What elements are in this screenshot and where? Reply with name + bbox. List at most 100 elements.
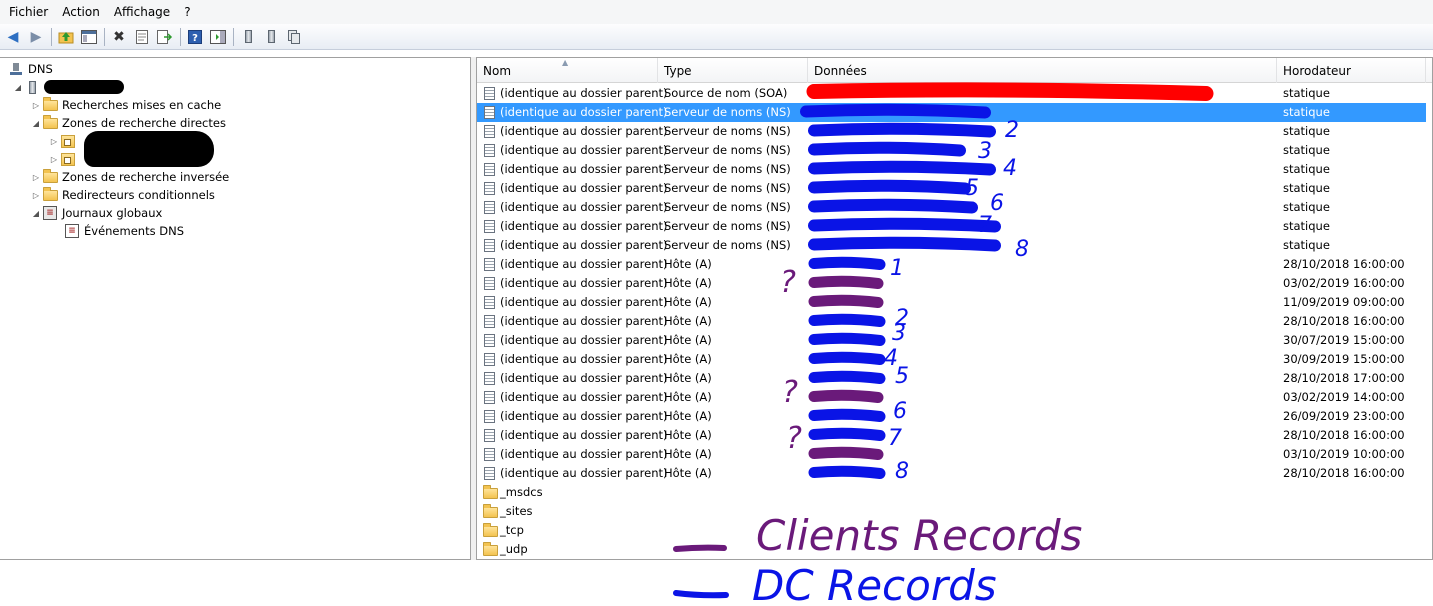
dns-record-icon <box>484 163 495 176</box>
table-row[interactable]: (identique au dossier parent) Serveur de … <box>477 236 1426 255</box>
cell-type: Serveur de noms (NS) <box>664 162 791 176</box>
dns-record-icon <box>484 410 495 423</box>
table-row[interactable]: (identique au dossier parent) Hôte (A) 28/… <box>477 464 1426 483</box>
table-row[interactable]: (identique au dossier parent) Hôte (A) 28/… <box>477 312 1426 331</box>
dns-record-icon <box>484 220 495 233</box>
dns-record-icon <box>484 87 495 100</box>
svg-text:?: ? <box>192 33 198 44</box>
tree-node-dns-events[interactable]: ≡ Événements DNS <box>64 222 184 240</box>
export-list-icon[interactable] <box>154 26 176 48</box>
tree-node-zone-1[interactable]: ▷ <box>48 132 80 150</box>
menu-fichier[interactable]: Fichier <box>2 0 55 24</box>
cell-name: (identique au dossier parent) <box>500 219 668 233</box>
tree-node-global-logs[interactable]: ◢ ≡ Journaux globaux <box>30 204 162 222</box>
dns-record-icon <box>484 353 495 366</box>
table-row[interactable]: (identique au dossier parent) Hôte (A) 28/… <box>477 255 1426 274</box>
server-stack-icon[interactable] <box>260 26 282 48</box>
table-row[interactable]: (identique au dossier parent) Serveur de … <box>477 141 1426 160</box>
cell-timestamp: statique <box>1283 143 1330 157</box>
cell-name: (identique au dossier parent) <box>500 390 668 404</box>
cell-type: Serveur de noms (NS) <box>664 105 791 119</box>
table-row[interactable]: (identique au dossier parent) Serveur de … <box>477 122 1426 141</box>
tree-node-reverse-zones[interactable]: ▷ Zones de recherche inversée <box>30 168 229 186</box>
column-header-data[interactable]: Données <box>808 58 1277 83</box>
cell-timestamp: 30/07/2019 15:00:00 <box>1283 333 1405 347</box>
menu-help[interactable]: ? <box>177 0 197 24</box>
cell-name: _udp <box>500 542 528 556</box>
column-header-name[interactable]: ▲ Nom <box>477 58 658 83</box>
cell-name: (identique au dossier parent) <box>500 162 668 176</box>
tree-node-forward-zones[interactable]: ◢ Zones de recherche directes <box>30 114 226 132</box>
tree-node-cached-lookups[interactable]: ▷ Recherches mises en cache <box>30 96 221 114</box>
table-row[interactable]: (identique au dossier parent) Hôte (A) 28/… <box>477 369 1426 388</box>
cell-type: Serveur de noms (NS) <box>664 124 791 138</box>
folder-icon <box>42 114 58 130</box>
cell-type: Serveur de noms (NS) <box>664 143 791 157</box>
table-row[interactable]: (identique au dossier parent) Hôte (A) 03/… <box>477 445 1426 464</box>
menu-bar: Fichier Action Affichage ? <box>0 0 1433 24</box>
table-row[interactable]: (identique au dossier parent) Serveur de … <box>477 103 1426 122</box>
server-icon <box>24 80 40 94</box>
table-row[interactable]: (identique au dossier parent) Hôte (A) 03/… <box>477 274 1426 293</box>
menu-action[interactable]: Action <box>55 0 107 24</box>
cell-timestamp: 11/09/2019 09:00:00 <box>1283 295 1405 309</box>
cell-type: Hôte (A) <box>664 276 712 290</box>
table-row[interactable]: (identique au dossier parent) Serveur de … <box>477 217 1426 236</box>
table-row[interactable]: (identique au dossier parent) Hôte (A) 11/… <box>477 293 1426 312</box>
cell-name: _sites <box>500 504 533 518</box>
table-row[interactable]: (identique au dossier parent) Hôte (A) 30/… <box>477 331 1426 350</box>
show-hide-tree-icon[interactable] <box>78 26 100 48</box>
forward-arrow-icon[interactable]: ▶ <box>25 26 47 48</box>
tree-node-server[interactable]: ◢ <box>12 78 124 96</box>
server-copy-icon[interactable] <box>283 26 305 48</box>
table-row[interactable]: (identique au dossier parent) Hôte (A) 26/… <box>477 407 1426 426</box>
dns-record-icon <box>484 182 495 195</box>
action-pane-icon[interactable] <box>207 26 229 48</box>
menu-affichage[interactable]: Affichage <box>107 0 177 24</box>
up-folder-icon[interactable] <box>55 26 77 48</box>
column-header-timestamp[interactable]: Horodateur <box>1277 58 1426 83</box>
tree-node-label: Recherches mises en cache <box>62 98 222 112</box>
folder-icon <box>483 485 498 499</box>
list-item[interactable]: _udp <box>477 540 1426 559</box>
table-row[interactable]: (identique au dossier parent) Serveur de … <box>477 198 1426 217</box>
expanded-arrow-icon[interactable]: ◢ <box>30 209 42 218</box>
cell-timestamp: statique <box>1283 86 1330 100</box>
server-icon[interactable] <box>237 26 259 48</box>
help-icon[interactable]: ? <box>184 26 206 48</box>
cell-timestamp: statique <box>1283 181 1330 195</box>
expanded-arrow-icon[interactable]: ◢ <box>30 119 42 128</box>
table-row[interactable]: (identique au dossier parent) Serveur de … <box>477 179 1426 198</box>
collapsed-arrow-icon[interactable]: ▷ <box>30 191 42 200</box>
cell-name: (identique au dossier parent) <box>500 409 668 423</box>
expanded-arrow-icon[interactable]: ◢ <box>12 83 24 92</box>
table-row[interactable]: (identique au dossier parent) Hôte (A) 30/… <box>477 350 1426 369</box>
dns-record-icon <box>484 448 495 461</box>
dns-record-icon <box>484 258 495 271</box>
cell-type: Hôte (A) <box>664 466 712 480</box>
collapsed-arrow-icon[interactable]: ▷ <box>30 173 42 182</box>
tree-node-dns[interactable]: DNS <box>8 60 53 78</box>
folder-icon <box>42 168 58 184</box>
table-row[interactable]: (identique au dossier parent) Source de n… <box>477 84 1426 103</box>
list-item[interactable]: _tcp <box>477 521 1426 540</box>
collapsed-arrow-icon[interactable]: ▷ <box>48 137 60 146</box>
properties-icon[interactable] <box>131 26 153 48</box>
table-row[interactable]: (identique au dossier parent) Hôte (A) 03/… <box>477 388 1426 407</box>
log-icon: ≡ <box>42 206 58 220</box>
list-item[interactable]: _sites <box>477 502 1426 521</box>
list-item[interactable]: _msdcs <box>477 483 1426 502</box>
column-header-type[interactable]: Type <box>658 58 808 83</box>
back-arrow-icon[interactable]: ◀ <box>2 26 24 48</box>
collapsed-arrow-icon[interactable]: ▷ <box>30 101 42 110</box>
tree-node-conditional-forwarders[interactable]: ▷ Redirecteurs conditionnels <box>30 186 215 204</box>
dns-manager-window: Fichier Action Affichage ? ◀ ▶ ✖ ? DNS ◢… <box>0 0 1433 606</box>
delete-icon[interactable]: ✖ <box>108 26 130 48</box>
cell-name: (identique au dossier parent) <box>500 105 668 119</box>
tree-node-zone-2[interactable]: ▷ <box>48 150 80 168</box>
cell-timestamp: statique <box>1283 162 1330 176</box>
toolbar-separator <box>104 27 105 46</box>
collapsed-arrow-icon[interactable]: ▷ <box>48 155 60 164</box>
table-row[interactable]: (identique au dossier parent) Hôte (A) 28/… <box>477 426 1426 445</box>
table-row[interactable]: (identique au dossier parent) Serveur de … <box>477 160 1426 179</box>
